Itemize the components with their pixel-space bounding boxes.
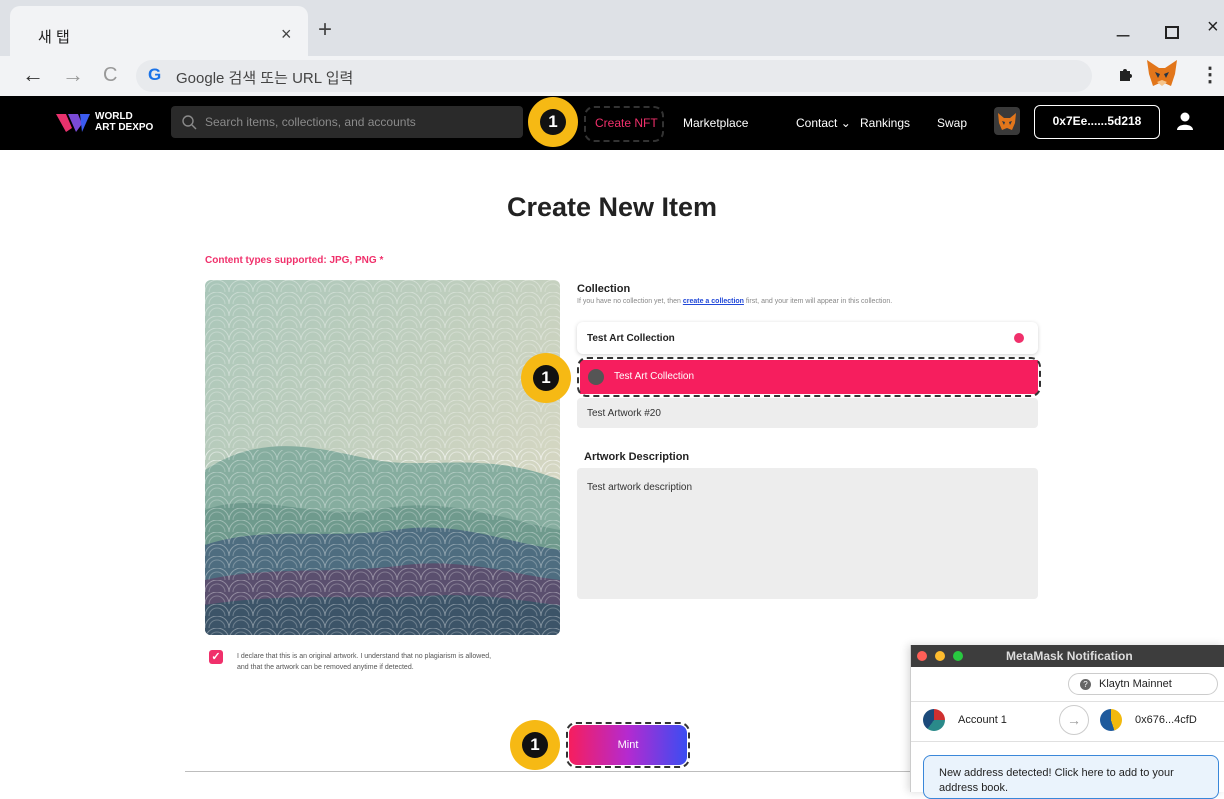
window-maximize-button[interactable]	[1165, 26, 1179, 39]
notice-line-2: address book.	[939, 782, 1009, 794]
reload-icon[interactable]: C	[103, 64, 117, 87]
page-title: Create New Item	[506, 192, 718, 222]
recipient-avatar-icon	[1100, 709, 1122, 731]
highlight-mint-button	[566, 722, 690, 768]
artwork-name-value: Test Artwork #20	[587, 408, 661, 419]
window-close-button[interactable]: ×	[1207, 16, 1219, 39]
metamask-fox-icon[interactable]	[1145, 58, 1179, 90]
divider	[911, 741, 1224, 742]
nav-swap[interactable]: Swap	[937, 116, 967, 130]
metamask-title: MetaMask Notification	[1006, 649, 1133, 663]
tab-close-icon[interactable]: ×	[281, 24, 292, 45]
divider	[911, 701, 1224, 702]
page-divider	[185, 771, 925, 772]
step-badge-number: 1	[533, 365, 559, 391]
extensions-puzzle-icon[interactable]	[1117, 64, 1137, 84]
address-bar[interactable]: G Google 검색 또는 URL 입력	[136, 60, 1092, 92]
arrow-right-icon: →	[1059, 705, 1089, 735]
declaration-line-1: I declare that this is an original artwo…	[237, 653, 492, 660]
content-types-note: Content types supported: JPG, PNG *	[205, 255, 384, 266]
step-badge-create-nft: 1	[528, 97, 578, 147]
step-badge-number: 1	[540, 109, 566, 135]
world-art-dexpo-logo-icon[interactable]	[56, 110, 90, 134]
description-label: Artwork Description	[584, 451, 690, 463]
nav-contact[interactable]: Contact ⌄	[796, 116, 851, 130]
to-address-label[interactable]: 0x676...4cfD	[1135, 714, 1197, 726]
step-badge-collection: 1	[521, 353, 571, 403]
notice-line-1: New address detected! Click here to add …	[939, 767, 1174, 779]
new-address-notice[interactable]: New address detected! Click here to add …	[923, 755, 1219, 799]
logo-line-2: ART DEXPO	[95, 122, 154, 133]
description-textarea[interactable]: Test artwork description	[577, 468, 1038, 599]
network-label: Klaytn Mainnet	[1099, 678, 1172, 690]
declaration-checkbox[interactable]: ✓	[209, 650, 223, 664]
browser-tab[interactable]: 새 탭 ×	[10, 6, 308, 56]
artwork-name-input[interactable]: Test Artwork #20	[577, 398, 1038, 428]
window-minimize-dot[interactable]	[935, 651, 945, 661]
address-bar-placeholder: Google 검색 또는 URL 입력	[176, 70, 354, 87]
network-selector[interactable]: ? Klaytn Mainnet	[1068, 673, 1218, 695]
wallet-address-button[interactable]: 0x7Ee......5d218	[1034, 105, 1160, 139]
collection-help-text: If you have no collection yet, then crea…	[577, 298, 892, 305]
window-minimize-button[interactable]: _	[1117, 12, 1129, 38]
metamask-notification-window: MetaMask Notification ? Klaytn Mainnet A…	[910, 645, 1224, 799]
highlight-create-nft	[584, 106, 664, 142]
google-icon: G	[148, 65, 162, 84]
new-tab-button[interactable]: +	[318, 16, 332, 44]
step-badge-mint: 1	[510, 720, 560, 770]
collection-help-suffix: first, and your item will appear in this…	[743, 298, 893, 305]
network-help-icon: ?	[1080, 679, 1091, 690]
collection-selected-value: Test Art Collection	[587, 333, 675, 344]
logo-line-1: WORLD	[95, 111, 133, 122]
metamask-titlebar: MetaMask Notification	[911, 645, 1224, 667]
collection-label: Collection	[577, 283, 631, 295]
description-value: Test artwork description	[587, 482, 693, 493]
browser-toolbar: ← → C G Google 검색 또는 URL 입력 ⋮	[0, 56, 1224, 96]
window-close-dot[interactable]	[917, 651, 927, 661]
window-zoom-dot[interactable]	[953, 651, 963, 661]
create-collection-link[interactable]: create a collection	[683, 298, 744, 305]
nav-marketplace[interactable]: Marketplace	[683, 116, 748, 130]
back-arrow-icon[interactable]: ←	[22, 62, 44, 88]
browser-menu-icon[interactable]: ⋮	[1200, 62, 1220, 87]
forward-arrow-icon[interactable]: →	[62, 62, 84, 88]
header-metamask-button[interactable]	[994, 107, 1020, 135]
tab-title: 새 탭	[38, 29, 70, 46]
search-placeholder: Search items, collections, and accounts	[205, 115, 416, 129]
highlight-collection-option	[577, 357, 1041, 397]
chevron-down-icon[interactable]	[1014, 333, 1024, 343]
logo-text: WORLD ART DEXPO	[95, 111, 153, 133]
nav-rankings[interactable]: Rankings	[860, 116, 910, 130]
user-profile-icon[interactable]	[1176, 111, 1194, 131]
declaration-text: I declare that this is an original artwo…	[237, 651, 567, 673]
header-metamask-icon	[998, 113, 1016, 130]
collection-help-prefix: If you have no collection yet, then	[577, 298, 683, 305]
declaration-line-2: and that the artwork can be removed anyt…	[237, 664, 414, 671]
collection-select[interactable]: Test Art Collection	[577, 322, 1038, 354]
artwork-preview-image[interactable]	[205, 280, 560, 635]
step-badge-number: 1	[522, 732, 548, 758]
search-icon	[182, 115, 197, 130]
account-avatar-icon	[923, 709, 945, 731]
from-account-label[interactable]: Account 1	[958, 714, 1007, 726]
search-input[interactable]: Search items, collections, and accounts	[171, 106, 523, 138]
browser-tab-strip: 새 탭 × + _ ×	[0, 0, 1224, 56]
